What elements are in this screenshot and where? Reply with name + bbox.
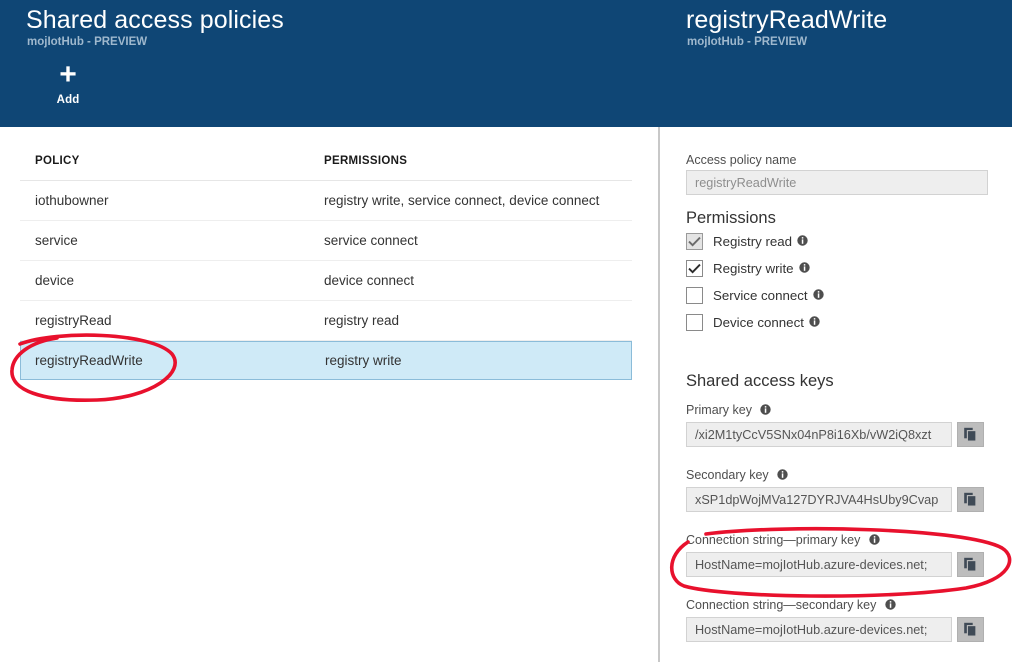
info-icon[interactable] — [777, 469, 788, 483]
cell-permissions: registry read — [324, 313, 400, 328]
table-row[interactable]: device device connect — [20, 261, 632, 301]
policy-table: POLICY PERMISSIONS iothubowner registry … — [20, 142, 632, 380]
check-icon — [688, 236, 701, 247]
connection-string-primary-row: HostName=mojIotHub.azure-devices.net; — [686, 552, 984, 577]
left-command-bar: + Add — [34, 60, 102, 107]
column-header-policy: POLICY — [35, 155, 80, 167]
connection-string-primary-label-text: Connection string—primary key — [686, 533, 861, 547]
table-row-selected[interactable]: registryReadWrite registry write — [20, 341, 632, 380]
table-row[interactable]: iothubowner registry write, service conn… — [20, 181, 632, 221]
permission-device-connect[interactable]: Device connect — [686, 309, 824, 336]
table-header-row: POLICY PERMISSIONS — [20, 142, 632, 181]
permission-label: Registry write — [713, 261, 794, 276]
connection-string-secondary-input[interactable]: HostName=mojIotHub.azure-devices.net; — [686, 617, 952, 642]
secondary-key-label: Secondary key — [686, 468, 788, 483]
primary-key-row: /xi2M1tyCcV5SNx04nP8i16Xb/vW2iQ8xzt — [686, 422, 984, 447]
cell-policy: iothubowner — [35, 193, 109, 208]
plus-icon: + — [59, 58, 77, 91]
right-blade-body: Access policy name registryReadWrite Per… — [660, 127, 1024, 662]
connection-string-secondary-label-text: Connection string—secondary key — [686, 598, 877, 612]
table-row[interactable]: registryRead registry read — [20, 301, 632, 341]
secondary-key-row: xSP1dpWojMVa127DYRJVA4HsUby9Cvap — [686, 487, 984, 512]
primary-key-label: Primary key — [686, 403, 772, 418]
right-blade-title: registryReadWrite — [686, 6, 888, 34]
check-icon — [688, 263, 701, 274]
permission-registry-read[interactable]: Registry read — [686, 228, 824, 255]
access-policy-name-input[interactable]: registryReadWrite — [686, 170, 988, 195]
copy-icon-connection-string-secondary[interactable] — [957, 617, 984, 642]
permissions-list: Registry read Registry write Service con… — [686, 228, 824, 336]
info-icon[interactable] — [760, 404, 772, 418]
column-header-permissions: PERMISSIONS — [324, 155, 408, 167]
cell-policy: registryReadWrite — [35, 353, 143, 368]
info-icon[interactable] — [812, 287, 824, 305]
shared-access-keys-title: Shared access keys — [686, 372, 834, 390]
cell-permissions: service connect — [324, 233, 418, 248]
table-row[interactable]: service service connect — [20, 221, 632, 261]
cell-policy: registryRead — [35, 313, 112, 328]
left-blade-header: Shared access policies mojIotHub - PREVI… — [0, 0, 658, 127]
checkbox-device-connect[interactable] — [686, 314, 703, 331]
checkbox-service-connect[interactable] — [686, 287, 703, 304]
permission-registry-write[interactable]: Registry write — [686, 255, 824, 282]
add-button-label: Add — [56, 94, 80, 106]
copy-icon-connection-string-primary[interactable] — [957, 552, 984, 577]
connection-string-secondary-label: Connection string—secondary key — [686, 598, 896, 613]
cell-permissions: registry write, service connect, device … — [324, 193, 600, 208]
permissions-section-title: Permissions — [686, 209, 776, 227]
connection-string-primary-input[interactable]: HostName=mojIotHub.azure-devices.net; — [686, 552, 952, 577]
left-blade-body: POLICY PERMISSIONS iothubowner registry … — [0, 127, 658, 662]
info-icon[interactable] — [869, 534, 880, 548]
info-icon[interactable] — [798, 260, 810, 278]
right-blade-subtitle: mojIotHub - PREVIEW — [687, 36, 808, 48]
secondary-key-label-text: Secondary key — [686, 468, 769, 482]
checkbox-registry-write[interactable] — [686, 260, 703, 277]
permission-label: Registry read — [713, 234, 793, 249]
copy-icon-primary-key[interactable] — [957, 422, 984, 447]
cell-policy: device — [35, 273, 75, 288]
right-blade-header: registryReadWrite mojIotHub - PREVIEW Sa… — [660, 0, 1012, 127]
left-blade-subtitle: mojIotHub - PREVIEW — [27, 36, 148, 48]
permission-label: Service connect — [713, 288, 808, 303]
info-icon[interactable] — [809, 314, 820, 332]
info-icon[interactable] — [797, 233, 808, 251]
access-policy-name-label: Access policy name — [686, 153, 797, 167]
connection-string-primary-label: Connection string—primary key — [686, 533, 880, 548]
page-title: Shared access policies — [26, 6, 284, 34]
cell-policy: service — [35, 233, 78, 248]
permission-label: Device connect — [713, 315, 804, 330]
add-button[interactable]: + Add — [34, 60, 102, 107]
blade-divider-top — [658, 0, 660, 127]
cell-permissions: device connect — [324, 273, 415, 288]
info-icon[interactable] — [885, 599, 896, 613]
permission-service-connect[interactable]: Service connect — [686, 282, 824, 309]
primary-key-input[interactable]: /xi2M1tyCcV5SNx04nP8i16Xb/vW2iQ8xzt — [686, 422, 952, 447]
checkbox-registry-read[interactable] — [686, 233, 703, 250]
connection-string-secondary-row: HostName=mojIotHub.azure-devices.net; — [686, 617, 984, 642]
primary-key-label-text: Primary key — [686, 403, 752, 417]
copy-icon-secondary-key[interactable] — [957, 487, 984, 512]
cell-permissions: registry write — [325, 353, 402, 368]
secondary-key-input[interactable]: xSP1dpWojMVa127DYRJVA4HsUby9Cvap — [686, 487, 952, 512]
